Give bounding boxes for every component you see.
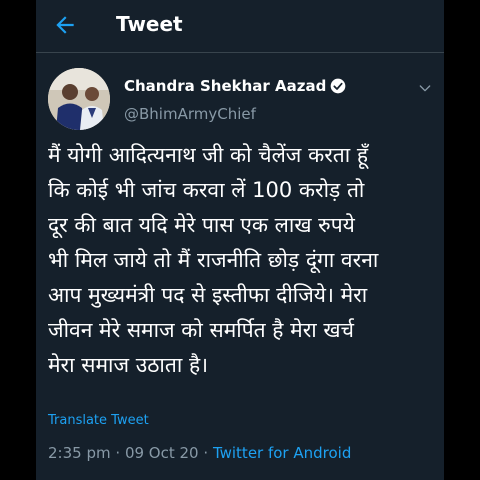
translate-tweet-link[interactable]: Translate Tweet bbox=[48, 413, 149, 428]
author-handle[interactable]: @BhimArmyChief bbox=[124, 105, 256, 123]
top-bar: Tweet bbox=[36, 0, 444, 53]
back-arrow-icon[interactable] bbox=[52, 12, 78, 38]
meta-separator: · bbox=[115, 444, 121, 462]
tweet-text: मैं योगी आदित्यनाथ जी को चैलेंज करता हूँ… bbox=[48, 143, 379, 377]
avatar[interactable] bbox=[48, 68, 110, 130]
chevron-down-icon[interactable] bbox=[417, 80, 433, 96]
page-title: Tweet bbox=[116, 12, 183, 36]
author-row: Chandra Shekhar Aazad bbox=[124, 77, 346, 95]
author-name[interactable]: Chandra Shekhar Aazad bbox=[124, 77, 326, 95]
meta-separator: · bbox=[203, 444, 209, 462]
tweet-screen: Tweet Chandra Shekhar Aazad @BhimArmyChi… bbox=[36, 0, 444, 480]
tweet-source-link[interactable]: Twitter for Android bbox=[213, 444, 351, 462]
verified-badge-icon bbox=[331, 78, 346, 94]
tweet-meta: 2:35 pm · 09 Oct 20 · Twitter for Androi… bbox=[48, 444, 351, 462]
tweet-date: 09 Oct 20 bbox=[124, 444, 199, 462]
avatar-photo bbox=[48, 68, 110, 130]
tweet-time: 2:35 pm bbox=[48, 444, 111, 462]
